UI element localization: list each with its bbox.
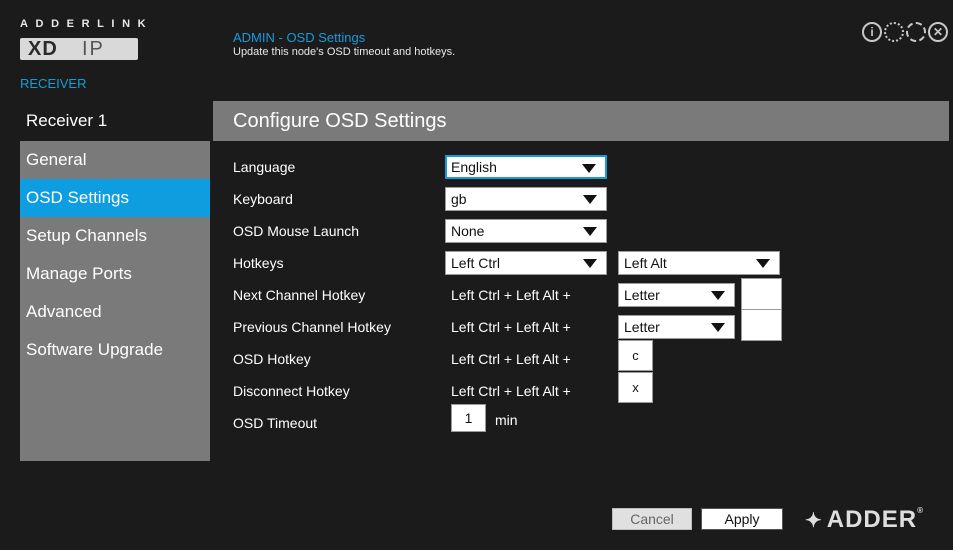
prev-channel-label: Previous Channel Hotkey [233,319,391,335]
osd-timeout-input[interactable]: 1 [451,404,486,432]
chevron-down-icon [711,323,725,332]
chevron-down-icon [582,164,596,173]
sidebar-item-osd-settings[interactable]: OSD Settings [20,179,210,217]
chevron-down-icon [583,259,597,268]
section-title: Configure OSD Settings [233,110,447,132]
adder-logo-text: ADDER [826,506,918,533]
apply-button[interactable]: Apply [701,508,783,530]
close-icon[interactable]: ✕ [928,22,948,42]
hotkey-modifier-2-value: Left Alt [624,255,667,271]
mouse-launch-value: None [451,223,485,239]
product-logo: XD IP [20,38,138,60]
sidebar: Receiver 1 General OSD Settings Setup Ch… [20,101,210,461]
page-title: ADMIN - OSD Settings [233,30,366,45]
header-icons: i ✕ [862,22,948,42]
keyboard-label: Keyboard [233,191,293,207]
product-logo-left: XD [28,38,58,60]
language-value: English [451,159,497,175]
next-channel-label: Next Channel Hotkey [233,287,366,303]
language-select[interactable]: English [445,155,607,179]
registered-mark: ® [917,506,925,515]
sidebar-item-advanced[interactable]: Advanced [20,293,210,331]
osd-hotkey-label: OSD Hotkey [233,351,311,367]
info-icon[interactable]: i [862,22,882,42]
hotkey-modifier-1-value: Left Ctrl [451,255,501,271]
disconnect-hotkey-prefix: Left Ctrl + Left Alt + [451,383,571,399]
hotkey-modifier-1-select[interactable]: Left Ctrl [445,251,607,275]
next-channel-key-input[interactable] [741,278,782,311]
product-logo-right: IP [82,38,105,60]
osd-timeout-label: OSD Timeout [233,415,318,431]
adder-logo: ✦ ADDER® [805,506,924,534]
sidebar-item-software-upgrade[interactable]: Software Upgrade [20,331,210,369]
osd-hotkey-prefix: Left Ctrl + Left Alt + [451,351,571,367]
mouse-launch-select[interactable]: None [445,219,607,243]
chevron-down-icon [711,291,725,300]
chevron-down-icon [583,195,597,204]
sidebar-item-general[interactable]: General [20,141,210,179]
sidebar-item-setup-channels[interactable]: Setup Channels [20,217,210,255]
osd-timeout-unit: min [495,412,518,428]
refresh-icon[interactable] [906,22,926,42]
chevron-down-icon [583,227,597,236]
sidebar-item-manage-ports[interactable]: Manage Ports [20,255,210,293]
mouse-launch-label: OSD Mouse Launch [233,223,360,239]
next-channel-mode-select[interactable]: Letter [618,283,735,307]
brand-wordmark: ADDERLINK [20,18,154,30]
gear-icon[interactable] [884,22,904,42]
language-label: Language [233,159,296,175]
chevron-down-icon [756,259,770,268]
section-header: Configure OSD Settings [213,101,949,141]
keyboard-value: gb [451,191,467,207]
keyboard-select[interactable]: gb [445,187,607,211]
next-channel-mode-value: Letter [624,287,660,303]
hotkey-modifier-2-select[interactable]: Left Alt [618,251,780,275]
sidebar-header: Receiver 1 [20,101,210,141]
prev-channel-mode-value: Letter [624,319,660,335]
next-channel-prefix: Left Ctrl + Left Alt + [451,287,571,303]
disconnect-hotkey-key-input[interactable]: x [618,372,653,403]
page-subtitle: Update this node's OSD timeout and hotke… [233,46,456,58]
disconnect-hotkey-label: Disconnect Hotkey [233,383,350,399]
hotkeys-label: Hotkeys [233,255,284,271]
cancel-button[interactable]: Cancel [612,508,692,530]
osd-hotkey-key-input[interactable]: c [618,340,653,371]
device-role-label: RECEIVER [20,76,87,91]
prev-channel-prefix: Left Ctrl + Left Alt + [451,319,571,335]
prev-channel-mode-select[interactable]: Letter [618,315,735,339]
adder-logo-icon: ✦ [805,510,823,532]
prev-channel-key-input[interactable] [741,309,782,341]
